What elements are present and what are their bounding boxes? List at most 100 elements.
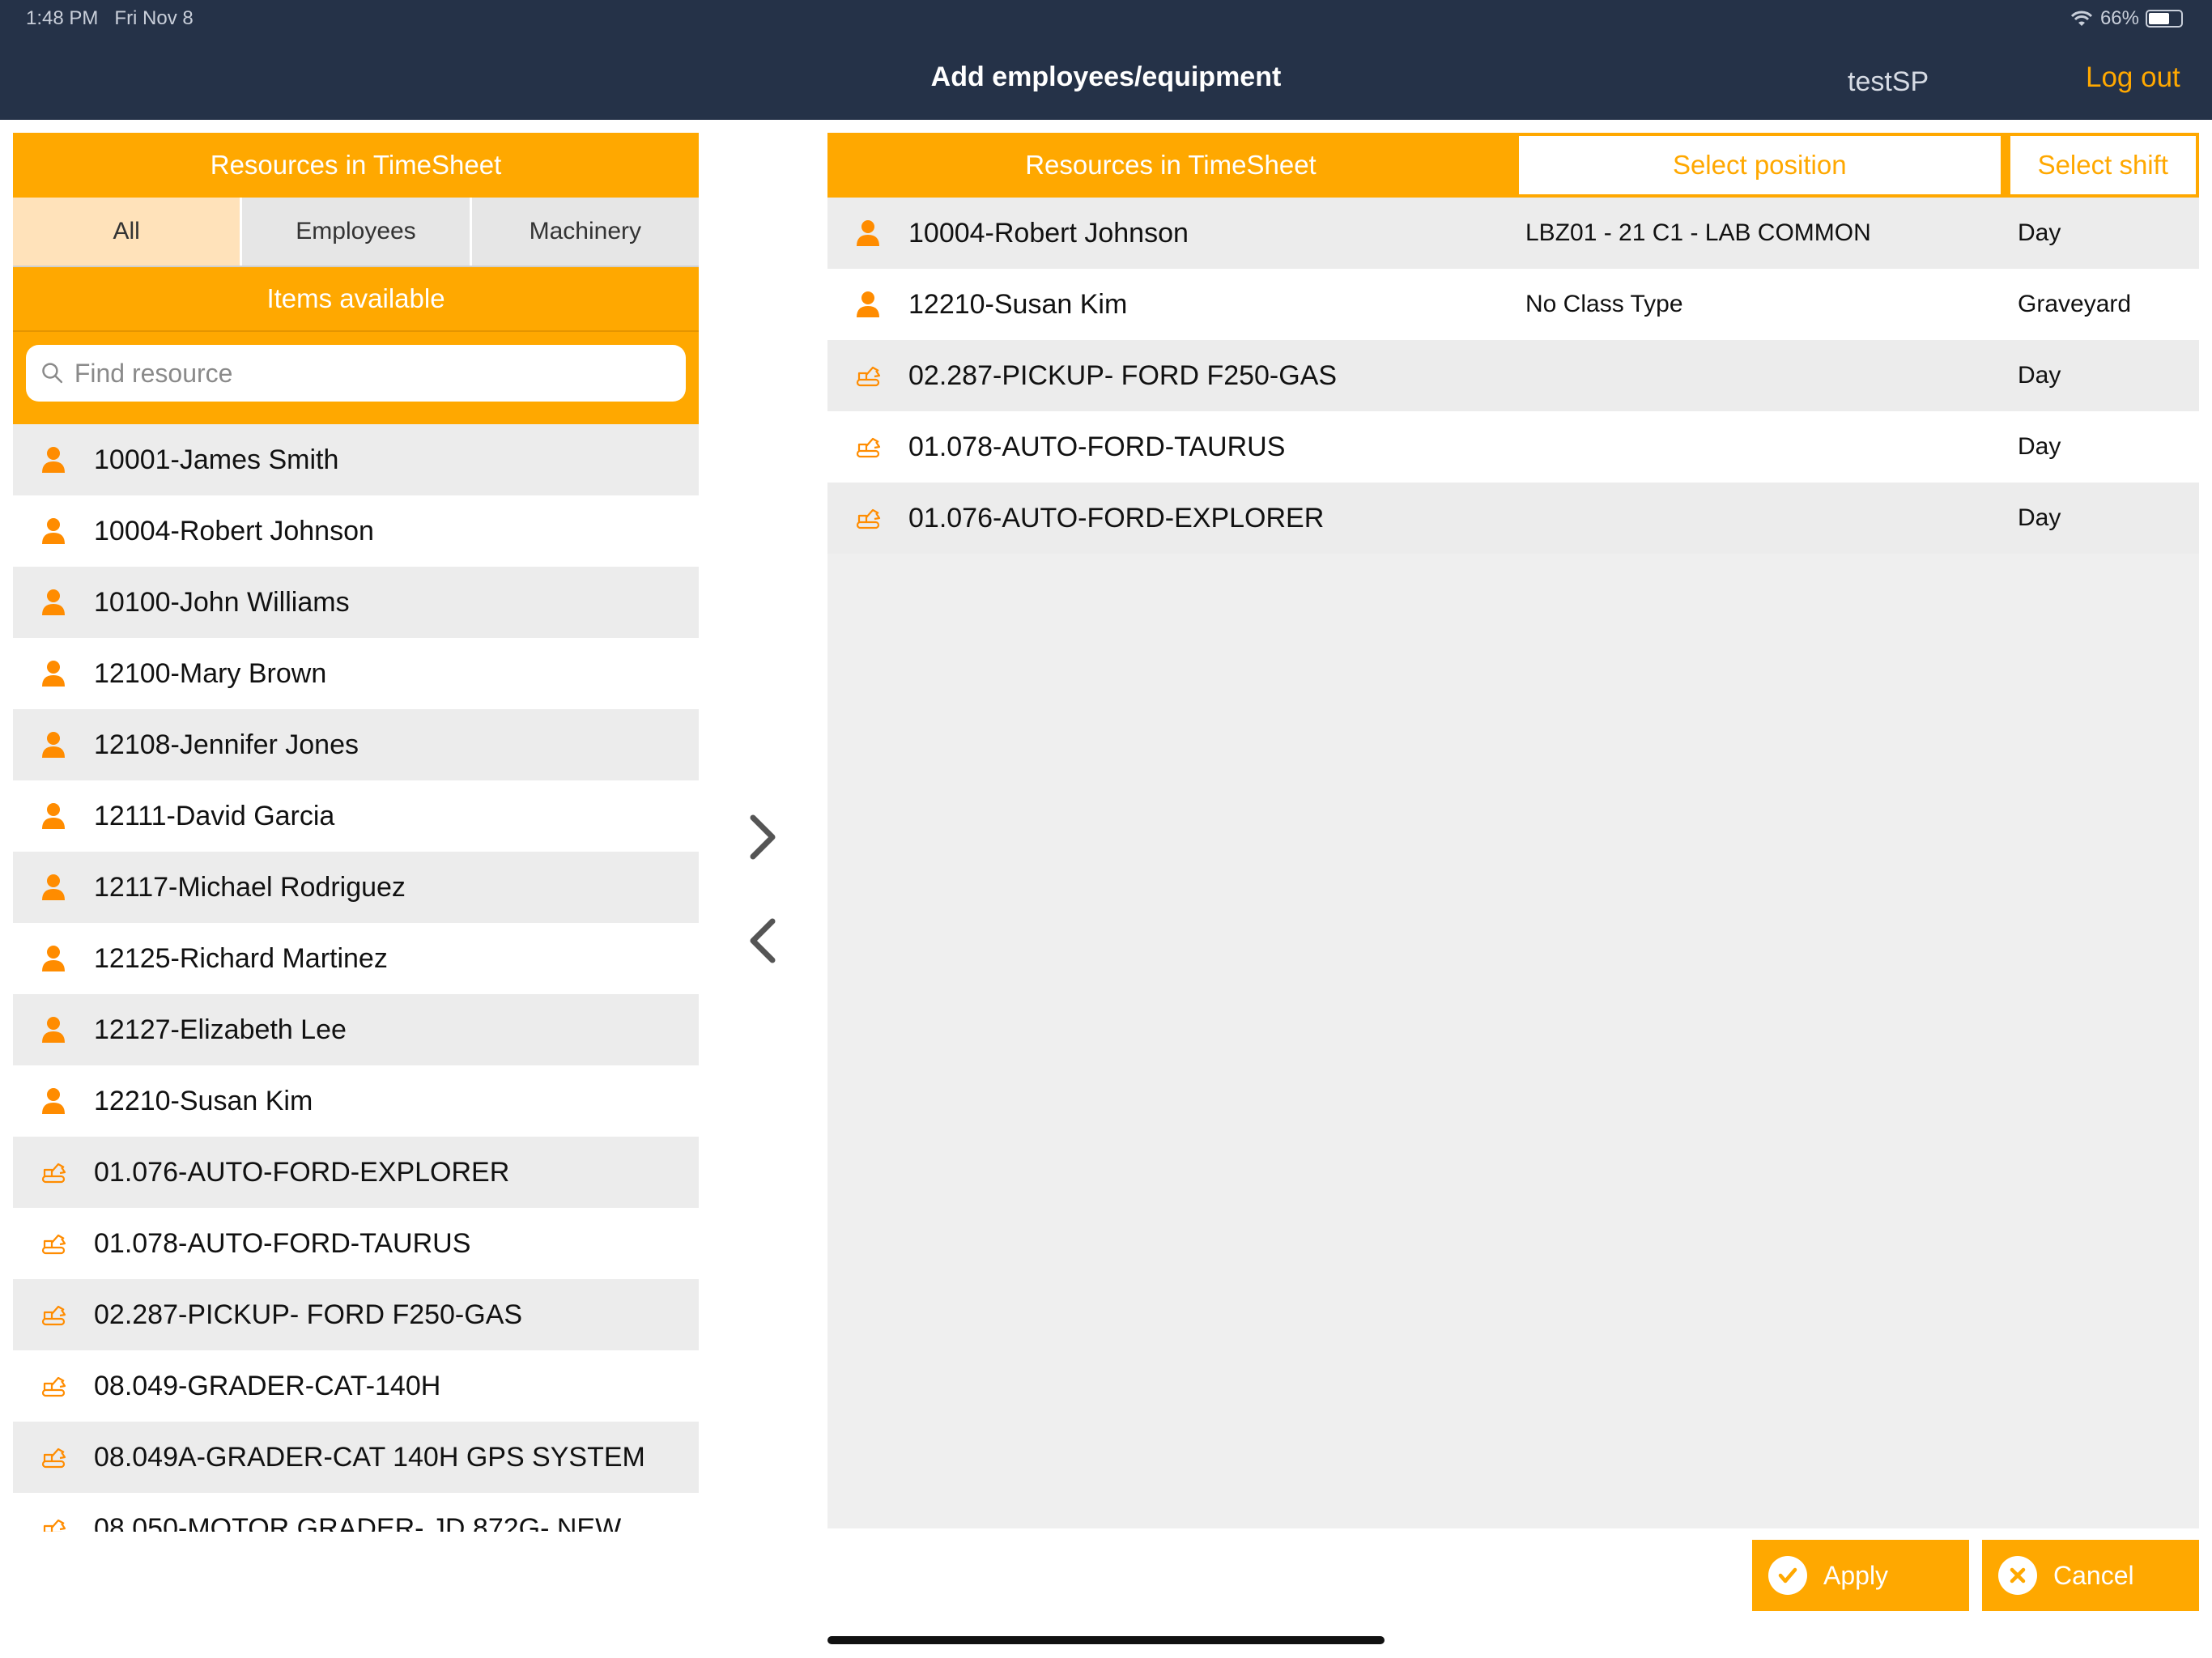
battery-icon: [2146, 10, 2183, 28]
list-item[interactable]: 10001-James Smith: [13, 424, 699, 495]
right-panel-header: Resources in TimeSheet Select position S…: [827, 133, 2199, 198]
list-item[interactable]: 02.287-PICKUP- FORD F250-GAS: [13, 1279, 699, 1350]
list-item-label: 12125-Richard Martinez: [94, 942, 388, 974]
tab-employees[interactable]: Employees: [242, 198, 472, 266]
items-available-header: Items available: [13, 267, 699, 332]
remove-from-timesheet-button[interactable]: [738, 908, 787, 973]
select-position-button[interactable]: Select position: [1515, 133, 2004, 198]
list-item[interactable]: 12108-Jennifer Jones: [13, 709, 699, 780]
list-item-label: 02.287-PICKUP- FORD F250-GAS: [94, 1299, 523, 1330]
chevron-right-icon: [750, 814, 776, 860]
resource-name: 01.076-AUTO-FORD-EXPLORER: [908, 502, 1325, 534]
resource-name: 12210-Susan Kim: [908, 288, 1128, 320]
resource-name: 10004-Robert Johnson: [908, 217, 1189, 249]
list-item[interactable]: 12100-Mary Brown: [13, 638, 699, 709]
search-input[interactable]: [74, 358, 686, 389]
apply-button[interactable]: Apply: [1752, 1540, 1969, 1611]
table-row[interactable]: 01.078-AUTO-FORD-TAURUS Day: [827, 411, 2199, 483]
person-icon: [13, 1087, 94, 1115]
list-item[interactable]: 10004-Robert Johnson: [13, 495, 699, 567]
tab-machinery[interactable]: Machinery: [472, 198, 699, 266]
chevron-left-icon: [750, 918, 776, 963]
list-item[interactable]: 12125-Richard Martinez: [13, 923, 699, 994]
battery-percent: 66%: [2099, 7, 2139, 29]
person-icon: [13, 945, 94, 972]
table-row[interactable]: 10004-Robert Johnson LBZ01 - 21 C1 - LAB …: [827, 198, 2199, 269]
search-icon: [42, 363, 63, 384]
list-item-label: 10004-Robert Johnson: [94, 515, 374, 546]
list-item[interactable]: 01.076-AUTO-FORD-EXPLORER: [13, 1137, 699, 1208]
filter-tabs: All Employees Machinery: [13, 198, 699, 267]
list-item-label: 01.078-AUTO-FORD-TAURUS: [94, 1227, 471, 1259]
excavator-icon: [827, 363, 908, 388]
timesheet-resource-list[interactable]: 10004-Robert Johnson LBZ01 - 21 C1 - LAB …: [827, 198, 2199, 554]
list-item-label: 12111-David Garcia: [94, 800, 335, 831]
excavator-icon: [827, 506, 908, 530]
status-time: 1:48 PM Fri Nov 8: [26, 7, 194, 29]
position-value: LBZ01 - 21 C1 - LAB COMMON: [1525, 219, 1871, 246]
list-item[interactable]: 12127-Elizabeth Lee: [13, 994, 699, 1065]
list-item[interactable]: 12210-Susan Kim: [13, 1065, 699, 1137]
shift-value: Day: [2018, 219, 2061, 246]
table-row[interactable]: 12210-Susan Kim No Class Type Graveyard: [827, 269, 2199, 340]
wifi-icon: [2070, 11, 2093, 26]
search-bar: [13, 332, 699, 424]
list-item-label: 01.076-AUTO-FORD-EXPLORER: [94, 1156, 510, 1188]
list-item[interactable]: 08.050-MOTOR GRADER- JD 872G- NEW: [13, 1493, 699, 1532]
person-icon: [13, 802, 94, 830]
list-item-label: 08.050-MOTOR GRADER- JD 872G- NEW: [94, 1512, 622, 1533]
list-item-label: 12100-Mary Brown: [94, 657, 327, 689]
excavator-icon: [13, 1516, 94, 1532]
home-indicator: [827, 1636, 1385, 1644]
list-item[interactable]: 08.049A-GRADER-CAT 140H GPS SYSTEM: [13, 1422, 699, 1493]
search-field[interactable]: [26, 345, 686, 402]
available-resources-panel: Resources in TimeSheet All Employees Mac…: [13, 133, 699, 1532]
excavator-icon: [13, 1160, 94, 1184]
shift-value: Day: [2018, 362, 2061, 389]
list-item[interactable]: 08.049-GRADER-CAT-140H: [13, 1350, 699, 1422]
list-item-label: 10001-James Smith: [94, 444, 339, 475]
timesheet-resources-panel: Resources in TimeSheet Select position S…: [827, 133, 2199, 1528]
table-row[interactable]: 02.287-PICKUP- FORD F250-GAS Day: [827, 340, 2199, 411]
list-item-label: 12117-Michael Rodriguez: [94, 871, 406, 903]
excavator-icon: [13, 1374, 94, 1398]
person-icon: [13, 517, 94, 545]
logout-button[interactable]: Log out: [2086, 62, 2180, 94]
person-icon: [827, 219, 908, 247]
person-icon: [827, 291, 908, 318]
excavator-icon: [13, 1231, 94, 1256]
add-to-timesheet-button[interactable]: [738, 805, 787, 869]
status-indicators: 66%: [2069, 7, 2183, 30]
list-item[interactable]: 12117-Michael Rodriguez: [13, 852, 699, 923]
person-icon: [13, 446, 94, 474]
list-item[interactable]: 10100-John Williams: [13, 567, 699, 638]
close-icon: [1998, 1556, 2037, 1595]
resource-list[interactable]: 10001-James Smith 10004-Robert Johnson 101…: [13, 424, 699, 1532]
person-icon: [13, 731, 94, 759]
person-icon: [13, 874, 94, 901]
tab-all[interactable]: All: [13, 198, 243, 266]
resource-name: 02.287-PICKUP- FORD F250-GAS: [908, 359, 1338, 391]
user-name: testSP: [1848, 66, 1929, 97]
cancel-label: Cancel: [2053, 1560, 2134, 1590]
cancel-button[interactable]: Cancel: [1982, 1540, 2199, 1611]
excavator-icon: [13, 1445, 94, 1469]
excavator-icon: [827, 435, 908, 459]
person-icon: [13, 1016, 94, 1044]
left-panel-header: Resources in TimeSheet: [13, 133, 699, 198]
person-icon: [13, 589, 94, 616]
position-value: No Class Type: [1525, 291, 1683, 317]
shift-value: Graveyard: [2018, 291, 2132, 317]
list-item-label: 12210-Susan Kim: [94, 1085, 313, 1116]
resource-name: 01.078-AUTO-FORD-TAURUS: [908, 431, 1286, 462]
list-item[interactable]: 12111-David Garcia: [13, 780, 699, 852]
list-item[interactable]: 01.078-AUTO-FORD-TAURUS: [13, 1208, 699, 1279]
navigation-bar: 1:48 PM Fri Nov 8 66% Add employees/equi…: [0, 0, 2212, 120]
shift-value: Day: [2018, 433, 2061, 460]
person-icon: [13, 660, 94, 687]
list-item-label: 12108-Jennifer Jones: [94, 729, 359, 760]
list-item-label: 08.049-GRADER-CAT-140H: [94, 1370, 441, 1401]
table-row[interactable]: 01.076-AUTO-FORD-EXPLORER Day: [827, 483, 2199, 554]
excavator-icon: [13, 1303, 94, 1327]
select-shift-button[interactable]: Select shift: [2006, 133, 2199, 198]
